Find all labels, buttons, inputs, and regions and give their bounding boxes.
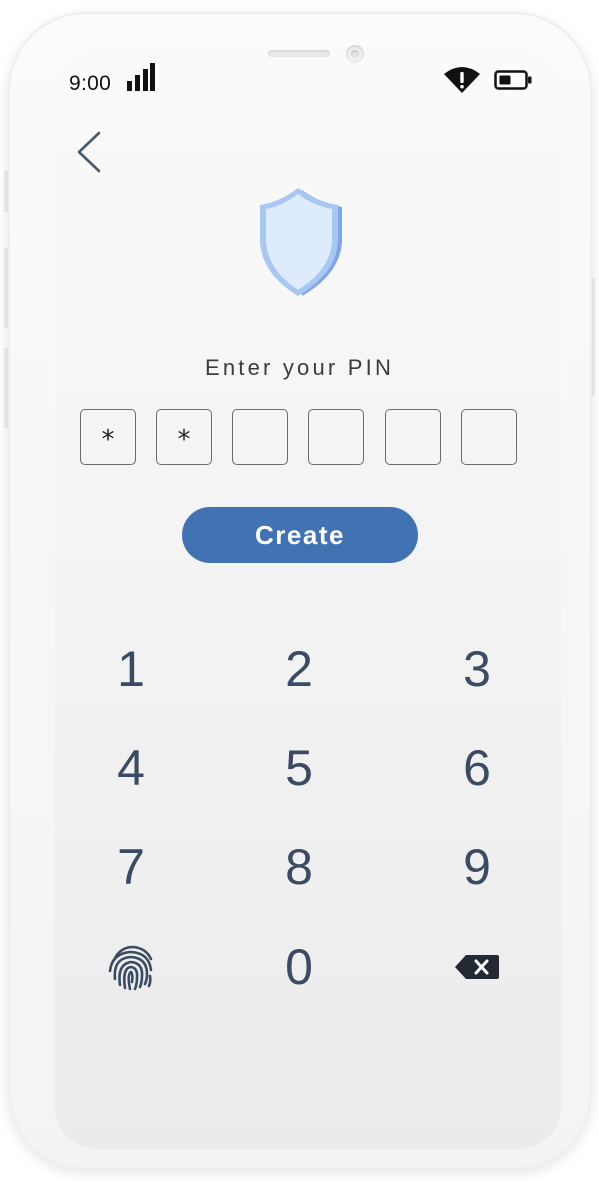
pin-digit-2[interactable]: * xyxy=(156,409,212,465)
keypad-key-3[interactable]: 3 xyxy=(432,634,522,704)
keypad-key-6[interactable]: 6 xyxy=(432,733,522,803)
backspace-icon xyxy=(455,955,499,979)
status-time: 9:00 xyxy=(69,72,112,95)
speaker-grille xyxy=(268,50,330,57)
battery-icon xyxy=(494,70,532,90)
pin-digit-6[interactable] xyxy=(461,409,517,465)
keypad-key-5[interactable]: 5 xyxy=(254,733,344,803)
pin-digit-4[interactable] xyxy=(308,409,364,465)
keypad-key-8[interactable]: 8 xyxy=(254,832,344,902)
shield-icon xyxy=(260,188,342,296)
pin-digit-5[interactable] xyxy=(385,409,441,465)
fingerprint-icon xyxy=(108,945,153,991)
create-button[interactable]: Create xyxy=(182,507,418,563)
keypad-key-4[interactable]: 4 xyxy=(86,733,176,803)
fingerprint-button[interactable] xyxy=(86,932,176,1002)
keypad-key-7[interactable]: 7 xyxy=(86,832,176,902)
pin-digit-1[interactable]: * xyxy=(80,409,136,465)
chevron-left-icon[interactable] xyxy=(74,130,108,174)
keypad-key-1[interactable]: 1 xyxy=(86,634,176,704)
pin-digit-3[interactable] xyxy=(232,409,288,465)
keypad-key-9[interactable]: 9 xyxy=(432,832,522,902)
keypad-key-2[interactable]: 2 xyxy=(254,634,344,704)
front-camera xyxy=(346,45,364,63)
keypad-key-0[interactable]: 0 xyxy=(254,932,344,1002)
wifi-alert-icon xyxy=(444,67,480,93)
pin-prompt: Enter your PIN xyxy=(204,355,395,380)
backspace-button[interactable] xyxy=(432,932,522,1002)
device-frame: 9:00 Enter your PIN * * Create 1 2 3 4 5 xyxy=(0,0,599,1182)
signal-icon xyxy=(127,63,155,91)
